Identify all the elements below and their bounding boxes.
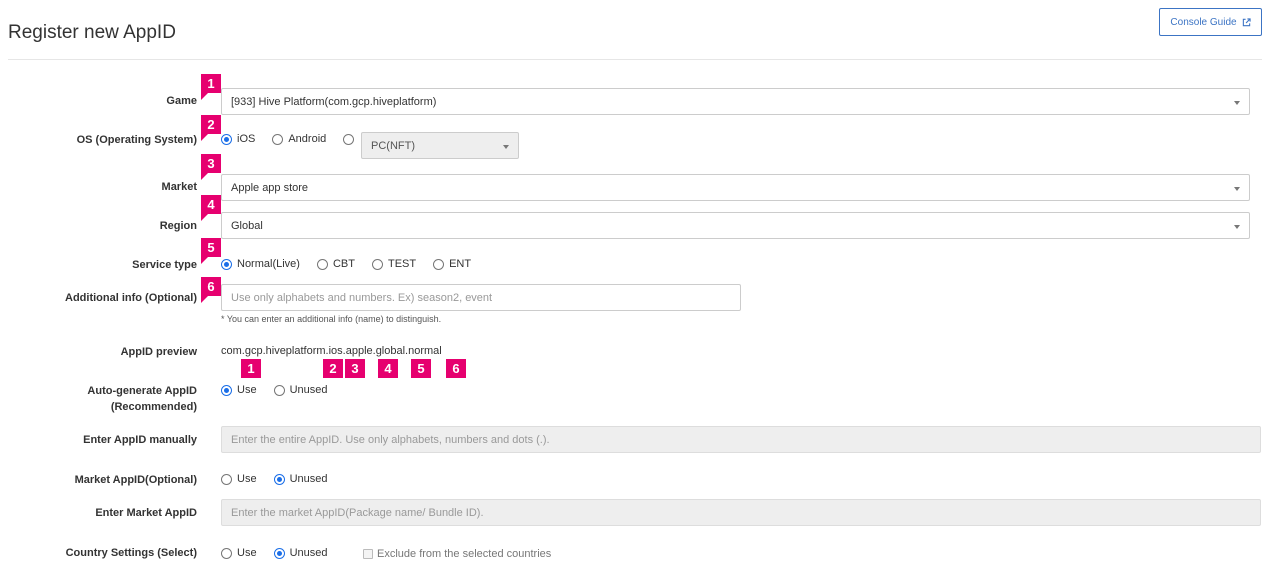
os-pc-select[interactable]: PC(NFT) — [361, 132, 519, 159]
service-type-radio-ent[interactable]: ENT — [433, 258, 471, 270]
service-type-radio-group: Normal(Live) CBT TEST ENT — [221, 258, 488, 270]
auto-generate-radio-use[interactable]: Use — [221, 384, 257, 396]
preview-badge-6: 6 — [446, 359, 466, 378]
additional-info-input[interactable]: Use only alphabets and numbers. Ex) seas… — [221, 284, 741, 311]
os-radio-group: iOS Android — [221, 133, 359, 145]
annotation-badge-1: 1 — [201, 74, 221, 100]
appid-preview-label: AppID preview — [120, 346, 197, 358]
preview-badge-3: 3 — [345, 359, 365, 378]
chevron-down-icon — [1234, 225, 1240, 229]
game-select[interactable]: [933] Hive Platform(com.gcp.hiveplatform… — [221, 88, 1250, 115]
console-guide-button[interactable]: Console Guide — [1159, 8, 1262, 36]
external-link-icon — [1242, 17, 1251, 26]
chevron-down-icon — [503, 145, 509, 149]
market-select-value: Apple app store — [231, 181, 309, 194]
market-appid-radio-unused[interactable]: Unused — [273, 473, 327, 485]
annotation-badge-6: 6 — [201, 277, 221, 303]
additional-info-placeholder: Use only alphabets and numbers. Ex) seas… — [231, 291, 493, 304]
service-type-label: Service type — [132, 259, 197, 271]
service-type-radio-normal[interactable]: Normal(Live) — [221, 258, 300, 270]
country-settings-radio-group: Use Unused — [221, 547, 344, 559]
preview-badge-5: 5 — [411, 359, 431, 378]
exclude-countries-label: Exclude from the selected countries — [377, 548, 552, 560]
os-label: OS (Operating System) — [76, 134, 197, 146]
preview-badge-1: 1 — [241, 359, 261, 378]
enter-market-appid-input[interactable]: Enter the market AppID(Package name/ Bun… — [221, 499, 1261, 526]
chevron-down-icon — [1234, 101, 1240, 105]
annotation-badge-4: 4 — [201, 195, 221, 221]
additional-info-hint: * You can enter an additional info (name… — [221, 314, 442, 324]
os-radio-android[interactable]: Android — [272, 133, 326, 145]
annotation-badge-3: 3 — [201, 154, 221, 180]
manual-appid-label: Enter AppID manually — [83, 434, 197, 446]
market-label: Market — [161, 181, 197, 193]
service-type-radio-cbt[interactable]: CBT — [316, 258, 355, 270]
country-settings-label: Country Settings (Select) — [65, 547, 197, 559]
os-radio-ios[interactable]: iOS — [221, 133, 255, 145]
preview-badge-2: 2 — [323, 359, 343, 378]
market-appid-label: Market AppID(Optional) — [74, 474, 197, 486]
enter-market-appid-placeholder: Enter the market AppID(Package name/ Bun… — [231, 506, 484, 519]
annotation-badge-5: 5 — [201, 238, 221, 264]
manual-appid-placeholder: Enter the entire AppID. Use only alphabe… — [231, 433, 550, 446]
header-divider — [8, 59, 1262, 60]
page-title: Register new AppID — [8, 22, 176, 43]
country-settings-radio-use[interactable]: Use — [221, 547, 257, 559]
market-select[interactable]: Apple app store — [221, 174, 1250, 201]
region-select-value: Global — [231, 219, 263, 232]
annotation-badge-2: 2 — [201, 115, 221, 141]
preview-badge-4: 4 — [378, 359, 398, 378]
appid-preview-value: com.gcp.hiveplatform.ios.apple.global.no… — [221, 345, 442, 357]
auto-generate-radio-group: Use Unused — [221, 384, 344, 396]
auto-generate-radio-unused[interactable]: Unused — [273, 384, 327, 396]
service-type-radio-test[interactable]: TEST — [371, 258, 416, 270]
game-label: Game — [166, 95, 197, 107]
market-appid-radio-group: Use Unused — [221, 473, 344, 485]
manual-appid-input[interactable]: Enter the entire AppID. Use only alphabe… — [221, 426, 1261, 453]
market-appid-radio-use[interactable]: Use — [221, 473, 257, 485]
region-select[interactable]: Global — [221, 212, 1250, 239]
game-select-value: [933] Hive Platform(com.gcp.hiveplatform… — [231, 95, 437, 108]
os-pc-select-value: PC(NFT) — [371, 139, 415, 152]
chevron-down-icon — [1234, 187, 1240, 191]
auto-generate-label: Auto-generate AppID (Recommended) — [87, 385, 197, 413]
console-guide-label: Console Guide — [1170, 16, 1237, 28]
region-label: Region — [159, 220, 197, 232]
checkbox-box — [363, 549, 373, 559]
exclude-countries-checkbox[interactable]: Exclude from the selected countries — [363, 548, 551, 560]
additional-info-label: Additional info (Optional) — [65, 292, 197, 304]
country-settings-radio-unused[interactable]: Unused — [273, 547, 327, 559]
os-radio-pc[interactable] — [343, 133, 359, 145]
enter-market-appid-label: Enter Market AppID — [95, 507, 197, 519]
